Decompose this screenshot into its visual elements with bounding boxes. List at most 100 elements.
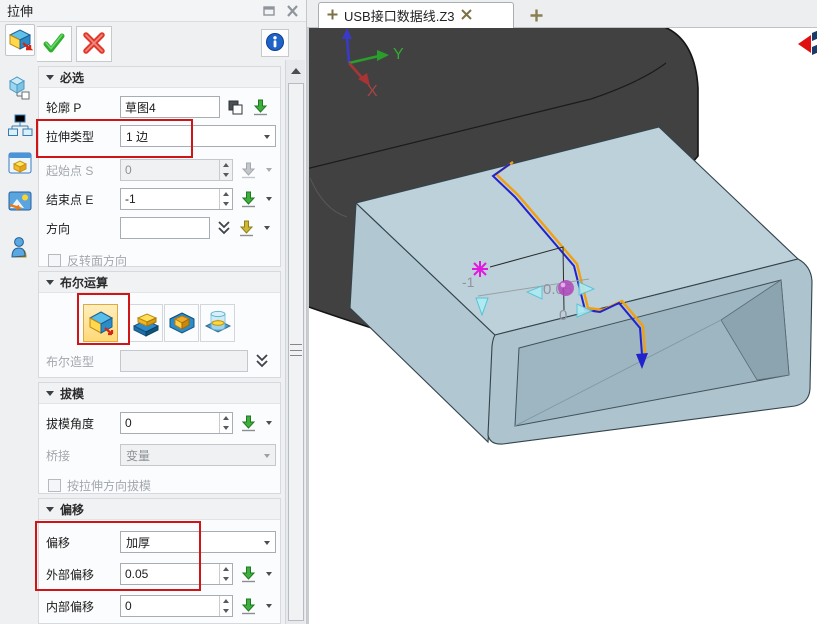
chevron-down-icon[interactable] [266,572,272,576]
pick-icon[interactable] [239,414,258,433]
chevron-down-icon[interactable] [266,421,272,425]
group-offset: 偏移 偏移 加厚 外部偏移 内部偏 [38,498,281,624]
row-profile: 轮廓 P [46,95,276,119]
draft-by-direction-checkbox[interactable] [48,479,61,492]
spinner[interactable] [219,160,232,180]
chevron-down-icon [264,454,270,458]
boolean-intersect-icon [203,307,233,340]
boolean-subtract-button[interactable] [164,304,199,342]
group-boolean-header[interactable]: 布尔运算 [39,272,280,293]
end-point-label: 结束点 E [46,191,120,208]
sidebar-item-render[interactable] [5,186,35,218]
collapse-icon [46,280,54,285]
new-tab-button[interactable] [525,4,547,26]
spinner[interactable] [219,189,232,209]
row-end-point: 结束点 E [46,187,276,211]
offset-type-value: 加厚 [126,534,150,551]
boolean-add-button[interactable] [128,304,163,342]
info-button[interactable] [261,29,289,57]
boolean-add-icon [131,307,161,340]
boolean-intersect-button[interactable] [200,304,235,342]
direction-input[interactable] [120,217,210,239]
pick-icon-disabled [239,161,258,180]
row-direction: 方向 [46,216,276,240]
inner-offset-label: 内部偏移 [46,598,120,615]
chevron-down-icon[interactable] [266,604,272,608]
sidebar-item-hierarchy[interactable] [5,110,35,142]
sidebar-item-window-cube[interactable] [5,148,35,180]
document-tabbar: USB接口数据线.Z3 [307,0,817,28]
extrude-type-value: 1 边 [126,128,148,145]
offset-type-select[interactable]: 加厚 [120,531,276,553]
row-extrude-type: 拉伸类型 1 边 [46,124,276,148]
pick-icon[interactable] [239,190,258,209]
splitter-grip-icon[interactable] [290,344,302,356]
sidebar-item-wireframe[interactable] [5,72,35,104]
group-draft-header[interactable]: 拔模 [39,383,280,404]
tab-plus-icon [327,9,338,23]
boolean-base-button[interactable] [83,304,118,342]
chevron-down-icon[interactable] [264,226,270,230]
start-point-label: 起始点 S [46,162,120,179]
pick-icon[interactable] [239,565,258,584]
inner-offset-handle-label[interactable]: 0 [559,307,567,324]
sidebar-item-user[interactable] [5,232,35,264]
double-chevron-icon[interactable] [254,352,273,371]
pick-from-list-icon[interactable] [251,98,270,117]
copy-icon[interactable] [226,98,245,117]
profile-input[interactable] [120,96,220,118]
extrude-dialog-panel: 拉伸 [0,0,307,624]
row-inner-offset: 内部偏移 [46,594,276,618]
group-required: 必选 轮廓 P 拉伸类型 1 边 起始点 S [38,66,281,267]
extrude-type-select[interactable]: 1 边 [120,125,276,147]
chevron-down-icon[interactable] [266,197,272,201]
extrude-icon [7,26,33,55]
boolean-shape-input[interactable] [120,350,248,372]
hierarchy-icon [7,112,33,141]
document-tab[interactable]: USB接口数据线.Z3 [318,2,514,28]
collapse-icon [46,507,54,512]
group-required-title: 必选 [60,69,84,86]
offset-type-label: 偏移 [46,534,120,551]
end-point-input[interactable] [120,188,233,210]
tab-close-icon[interactable] [461,9,472,23]
pick-icon[interactable] [239,597,258,616]
flip-direction-checkbox[interactable] [48,254,61,267]
restore-icon[interactable] [262,4,276,17]
outer-offset-input[interactable] [120,563,233,585]
inner-offset-input[interactable] [120,595,233,617]
spinner[interactable] [219,413,232,433]
nav-arrow-icon[interactable] [798,30,817,55]
extrude-type-label: 拉伸类型 [46,128,120,145]
group-draft-title: 拔模 [60,385,84,402]
sidebar-item-extrude[interactable] [5,24,35,56]
double-chevron-icon[interactable] [216,219,235,238]
start-point-input[interactable] [120,159,233,181]
scroll-up-icon[interactable] [287,62,305,80]
draft-angle-input[interactable] [120,412,233,434]
bridge-select[interactable]: 变量 [120,444,276,466]
row-start-point: 起始点 S [46,158,276,182]
close-icon[interactable] [285,4,299,17]
3d-scene: -1 0.05 0 Y X [309,28,817,624]
panel-scrollbar[interactable] [285,60,305,624]
boolean-shape-label: 布尔造型 [46,353,120,370]
row-draft-by-direction: 按拉伸方向拔模 [46,473,276,497]
offset-sphere-handle [558,280,574,296]
y-axis-label: Y [393,46,404,63]
3d-viewport[interactable]: -1 0.05 0 Y X [307,28,817,624]
group-offset-header[interactable]: 偏移 [39,499,280,520]
group-offset-title: 偏移 [60,501,84,518]
window-cube-icon [7,150,33,179]
cancel-button[interactable] [76,26,112,62]
spinner[interactable] [219,596,232,616]
spinner[interactable] [219,564,232,584]
pick-icon-yellow[interactable] [237,219,256,238]
row-outer-offset: 外部偏移 [46,562,276,586]
row-draft-angle: 拔模角度 [46,411,276,435]
depth-handle-label[interactable]: -1 [462,274,475,290]
row-boolean-shape: 布尔造型 [46,349,276,373]
group-required-header[interactable]: 必选 [39,67,280,88]
collapse-icon [46,391,54,396]
ok-button[interactable] [36,26,72,62]
